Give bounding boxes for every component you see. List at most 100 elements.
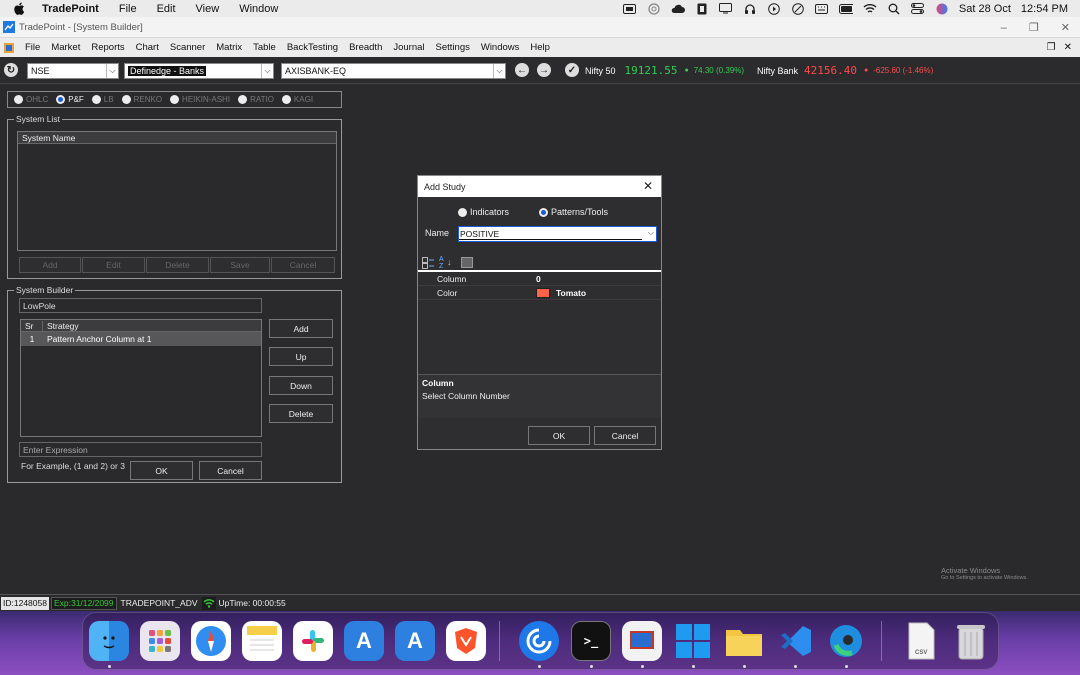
slack-icon[interactable] <box>293 621 333 661</box>
mac-app-name[interactable]: TradePoint <box>42 3 99 15</box>
menu-journal[interactable]: Journal <box>393 42 424 53</box>
expression-input[interactable]: Enter Expression <box>19 442 262 457</box>
radio-pnf[interactable]: P&F <box>56 95 84 104</box>
restore-icon[interactable]: ❐ <box>1029 21 1039 34</box>
table-row[interactable]: 1 Pattern Anchor Column at 1 <box>21 332 261 346</box>
categorized-icon[interactable] <box>422 257 434 271</box>
radio-patterns-tools[interactable]: Patterns/Tools <box>539 207 608 217</box>
system-name-input[interactable]: LowPole <box>19 298 262 313</box>
watchlist-select[interactable]: Definedge - Banks ⌵ <box>124 63 274 79</box>
menu-table[interactable]: Table <box>253 42 276 53</box>
chevron-down-icon[interactable]: ⌵ <box>493 64 505 78</box>
study-name-combobox[interactable]: POSITIVE ⌵ <box>458 226 657 242</box>
menu-reports[interactable]: Reports <box>91 42 124 53</box>
terminal-icon[interactable]: >_ <box>571 621 611 661</box>
siri-icon[interactable] <box>935 3 949 14</box>
strategy-add-button[interactable]: Add <box>269 319 333 338</box>
chevron-down-icon[interactable]: ⌵ <box>261 64 273 78</box>
radio-lb[interactable]: LB <box>91 95 114 104</box>
builder-ok-button[interactable]: OK <box>130 461 193 480</box>
safari-icon[interactable] <box>191 621 231 661</box>
property-value[interactable]: 0 <box>536 274 541 284</box>
mac-menu-view[interactable]: View <box>196 3 220 15</box>
system-edit-button[interactable]: Edit <box>82 257 145 273</box>
wifi-icon[interactable] <box>863 3 877 14</box>
control-center-icon[interactable] <box>911 3 925 14</box>
launchpad-icon[interactable] <box>140 621 180 661</box>
color-swatch[interactable] <box>536 287 550 298</box>
check-icon[interactable]: ✓ <box>565 63 579 77</box>
property-row-column[interactable]: Column 0 <box>418 272 661 286</box>
close-icon[interactable]: ✕ <box>643 179 653 193</box>
brave-icon[interactable] <box>446 621 486 661</box>
chevron-down-icon[interactable]: ⌵ <box>106 64 118 78</box>
search-icon[interactable] <box>887 3 901 14</box>
radio-heikin-ashi[interactable]: HEIKIN-ASHI <box>170 95 230 104</box>
radio-indicators[interactable]: Indicators <box>458 207 509 217</box>
study-ok-button[interactable]: OK <box>528 426 590 445</box>
mdi-close-icon[interactable]: ✕ <box>1064 42 1072 53</box>
csv-file-icon[interactable]: CSV <box>901 621 941 661</box>
exchange-select[interactable]: NSE ⌵ <box>27 63 119 79</box>
radio-ohlc[interactable]: OHLC <box>14 95 48 104</box>
ticker-niftybank[interactable]: Nifty Bank 42156.40 ● -625.60 (-1.46%) <box>757 57 933 84</box>
mdi-restore-icon[interactable]: ❐ <box>1047 42 1056 53</box>
menu-chart[interactable]: Chart <box>136 42 159 53</box>
col-sr[interactable]: Sr <box>21 320 43 331</box>
radio-ratio[interactable]: RATIO <box>238 95 274 104</box>
mac-menu-file[interactable]: File <box>119 3 137 15</box>
menu-windows[interactable]: Windows <box>481 42 520 53</box>
system-save-button[interactable]: Save <box>210 257 270 273</box>
study-name-value[interactable]: POSITIVE <box>459 229 642 240</box>
arrow-left-icon[interactable]: ← <box>515 63 529 77</box>
apple-icon[interactable] <box>12 2 26 16</box>
menu-matrix[interactable]: Matrix <box>216 42 242 53</box>
menu-breadth[interactable]: Breadth <box>349 42 382 53</box>
trash-icon[interactable] <box>951 621 991 661</box>
builder-cancel-button[interactable]: Cancel <box>199 461 262 480</box>
sort-alpha-icon[interactable]: AZ <box>439 256 444 270</box>
keyboard-icon[interactable] <box>815 3 829 14</box>
study-cancel-button[interactable]: Cancel <box>594 426 656 445</box>
mac-menu-window[interactable]: Window <box>239 3 278 15</box>
system-name-header[interactable]: System Name <box>18 132 336 144</box>
vpn-icon[interactable] <box>695 3 709 14</box>
close-icon[interactable]: ✕ <box>1061 21 1070 34</box>
system-delete-button[interactable]: Delete <box>146 257 209 273</box>
slash-icon[interactable] <box>791 2 805 15</box>
app-menu-icon[interactable] <box>4 42 14 53</box>
col-strategy[interactable]: Strategy <box>43 321 79 331</box>
system-list-table[interactable]: System Name <box>17 131 337 251</box>
remote-desktop-icon[interactable] <box>622 621 662 661</box>
ticker-nifty50[interactable]: Nifty 50 19121.55 ● 74.30 (0.39%) <box>585 57 744 84</box>
screen-share-icon[interactable] <box>623 3 637 14</box>
finder-icon[interactable] <box>89 621 129 661</box>
symbol-select[interactable]: AXISBANK-EQ ⌵ <box>281 63 506 79</box>
property-pages-icon[interactable] <box>461 257 473 270</box>
clock-date[interactable]: Sat 28 Oct <box>959 3 1011 15</box>
strategy-table[interactable]: Sr Strategy 1 Pattern Anchor Column at 1 <box>20 319 262 437</box>
display-icon[interactable] <box>719 3 733 14</box>
xcode-icon[interactable]: A <box>344 621 384 661</box>
menu-backtesting[interactable]: BackTesting <box>287 42 338 53</box>
vscode-icon[interactable] <box>775 621 815 661</box>
cloud-icon[interactable] <box>671 3 685 14</box>
chevron-down-icon[interactable]: ⌵ <box>648 228 654 238</box>
menu-settings[interactable]: Settings <box>436 42 470 53</box>
minimize-icon[interactable]: – <box>1001 22 1007 34</box>
radio-renko[interactable]: RENKO <box>121 95 162 104</box>
tradepoint-icon[interactable] <box>519 621 559 661</box>
property-row-color[interactable]: Color Tomato <box>418 286 661 300</box>
headphones-icon[interactable] <box>743 3 757 14</box>
folder-icon[interactable] <box>724 621 764 661</box>
strategy-down-button[interactable]: Down <box>269 376 333 395</box>
spiral-icon[interactable] <box>647 2 661 15</box>
clock-time[interactable]: 12:54 PM <box>1021 3 1068 15</box>
system-cancel-button[interactable]: Cancel <box>271 257 335 273</box>
menu-market[interactable]: Market <box>51 42 80 53</box>
strategy-up-button[interactable]: Up <box>269 347 333 366</box>
play-icon[interactable] <box>767 2 781 15</box>
menu-file[interactable]: File <box>25 42 40 53</box>
system-add-button[interactable]: Add <box>19 257 81 273</box>
menu-scanner[interactable]: Scanner <box>170 42 205 53</box>
